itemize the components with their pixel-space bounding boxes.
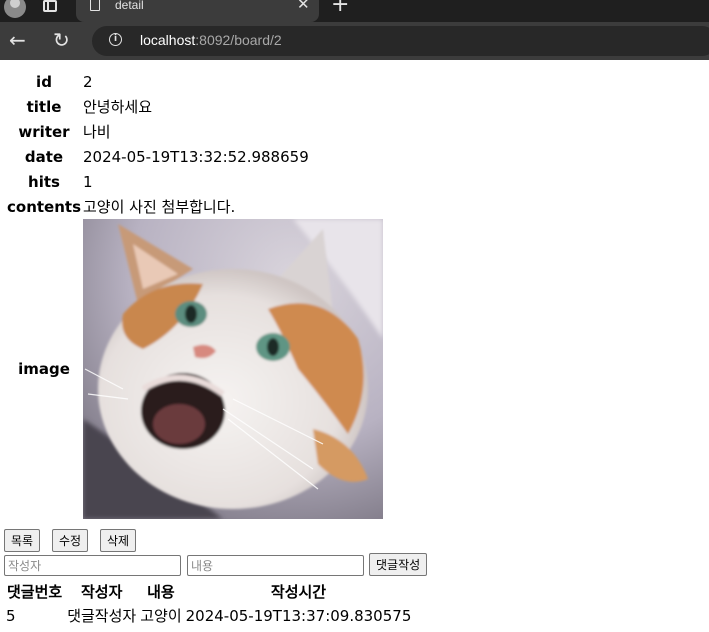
row-image: image <box>4 219 383 519</box>
comment-table: 댓글번호 작성자 내용 작성시간 5 댓글작성자 고양이 2024-05-19T… <box>4 579 413 628</box>
new-tab-icon[interactable]: + <box>331 0 349 16</box>
row-hits: hits 1 <box>4 169 383 194</box>
label-date: date <box>24 147 64 166</box>
address-bar[interactable]: i localhost:8092/board/2 <box>92 26 709 56</box>
header-comment-content: 내용 <box>147 582 175 601</box>
value-image <box>83 219 383 519</box>
cat-photo <box>83 219 383 519</box>
header-comment-id: 댓글번호 <box>7 582 63 601</box>
board-detail-table: id 2 title 안녕하세요 writer 나비 date 2024-05-… <box>4 69 383 519</box>
profile-avatar-icon[interactable] <box>4 0 26 18</box>
value-contents: 고양이 사진 첨부합니다. <box>83 198 236 216</box>
header-comment-time: 작성시간 <box>270 582 327 601</box>
value-writer: 나비 <box>83 123 111 141</box>
tab-overview-icon[interactable] <box>43 0 57 12</box>
delete-button[interactable]: 삭제 <box>100 529 137 552</box>
value-title: 안녕하세요 <box>83 98 153 116</box>
comment-writer: 댓글작성자 <box>67 607 137 625</box>
comment-content-input[interactable] <box>187 555 364 576</box>
browser-tab[interactable]: detail ✕ <box>76 0 319 22</box>
value-hits: 1 <box>83 172 93 191</box>
row-contents: contents 고양이 사진 첨부합니다. <box>4 194 383 219</box>
browser-toolbar: ← ↻ i localhost:8092/board/2 <box>0 22 709 60</box>
value-date: 2024-05-19T13:32:52.988659 <box>83 147 309 166</box>
edit-button[interactable]: 수정 <box>52 529 89 552</box>
url-text[interactable]: localhost:8092/board/2 <box>140 32 282 48</box>
value-id: 2 <box>83 72 93 91</box>
document-icon <box>90 0 100 11</box>
label-writer: writer <box>18 122 70 141</box>
tab-title: detail <box>115 0 144 12</box>
comment-submit-button[interactable]: 댓글작성 <box>369 553 428 576</box>
url-host: localhost <box>140 32 196 48</box>
header-comment-writer: 작성자 <box>81 582 123 601</box>
row-title: title 안녕하세요 <box>4 94 383 119</box>
label-hits: hits <box>28 172 60 191</box>
row-id: id 2 <box>4 69 383 94</box>
label-id: id <box>36 72 52 91</box>
comment-header-row: 댓글번호 작성자 내용 작성시간 <box>4 579 413 603</box>
close-tab-icon[interactable]: ✕ <box>297 0 310 12</box>
label-contents: contents <box>7 197 81 216</box>
info-icon[interactable]: i <box>109 33 122 46</box>
comment-content: 고양이 <box>140 607 182 625</box>
comment-row: 5 댓글작성자 고양이 2024-05-19T13:37:09.830575 <box>4 603 413 628</box>
label-title: title <box>26 97 62 116</box>
row-writer: writer 나비 <box>4 119 383 144</box>
comment-writer-input[interactable] <box>4 555 181 576</box>
back-arrow-icon[interactable]: ← <box>9 28 26 52</box>
comment-time: 2024-05-19T13:37:09.830575 <box>185 606 412 625</box>
list-button[interactable]: 목록 <box>4 529 41 552</box>
browser-tab-bar: detail ✕ + <box>0 0 709 22</box>
url-path: :8092/board/2 <box>195 32 282 48</box>
row-date: date 2024-05-19T13:32:52.988659 <box>4 144 383 169</box>
label-image: image <box>18 360 70 378</box>
comment-id: 5 <box>6 606 16 625</box>
reload-icon[interactable]: ↻ <box>53 28 70 52</box>
